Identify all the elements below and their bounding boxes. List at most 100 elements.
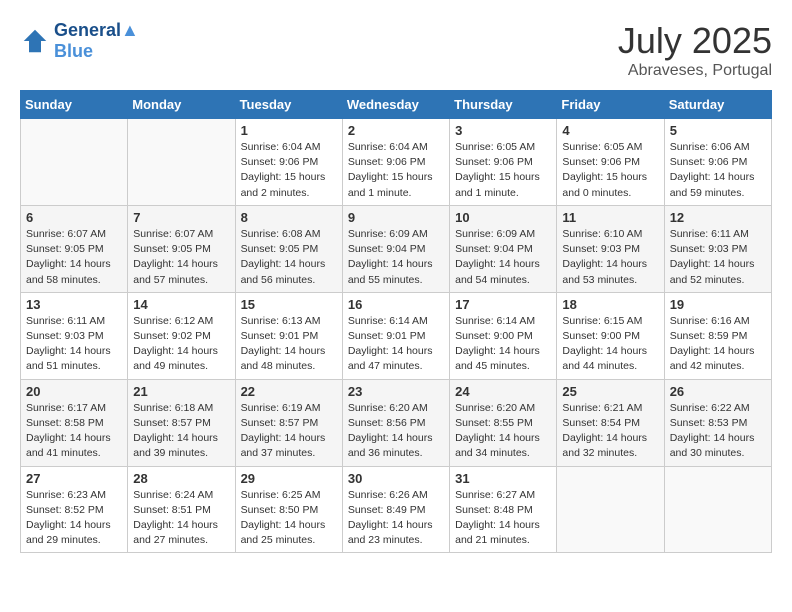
calendar-cell: 9 Sunrise: 6:09 AMSunset: 9:04 PMDayligh… [342,205,449,292]
day-number: 27 [26,471,122,486]
calendar-cell: 29 Sunrise: 6:25 AMSunset: 8:50 PMDaylig… [235,466,342,553]
title-block: July 2025 Abraveses, Portugal [618,20,772,80]
day-info: Sunrise: 6:07 AMSunset: 9:05 PMDaylight:… [133,227,229,288]
day-number: 24 [455,384,551,399]
day-number: 14 [133,297,229,312]
day-info: Sunrise: 6:15 AMSunset: 9:00 PMDaylight:… [562,314,658,375]
day-number: 4 [562,123,658,138]
location-subtitle: Abraveses, Portugal [618,62,772,80]
logo-icon [20,26,50,56]
calendar-cell: 3 Sunrise: 6:05 AMSunset: 9:06 PMDayligh… [450,119,557,206]
calendar-cell: 22 Sunrise: 6:19 AMSunset: 8:57 PMDaylig… [235,379,342,466]
day-info: Sunrise: 6:05 AMSunset: 9:06 PMDaylight:… [455,140,551,201]
calendar-cell: 10 Sunrise: 6:09 AMSunset: 9:04 PMDaylig… [450,205,557,292]
day-number: 16 [348,297,444,312]
day-number: 25 [562,384,658,399]
logo: General▲ Blue [20,20,139,62]
day-info: Sunrise: 6:18 AMSunset: 8:57 PMDaylight:… [133,401,229,462]
day-info: Sunrise: 6:06 AMSunset: 9:06 PMDaylight:… [670,140,766,201]
day-info: Sunrise: 6:20 AMSunset: 8:56 PMDaylight:… [348,401,444,462]
calendar-week-2: 6 Sunrise: 6:07 AMSunset: 9:05 PMDayligh… [21,205,772,292]
day-info: Sunrise: 6:10 AMSunset: 9:03 PMDaylight:… [562,227,658,288]
calendar-cell: 13 Sunrise: 6:11 AMSunset: 9:03 PMDaylig… [21,292,128,379]
calendar-table: Sunday Monday Tuesday Wednesday Thursday… [20,90,772,553]
calendar-cell: 5 Sunrise: 6:06 AMSunset: 9:06 PMDayligh… [664,119,771,206]
day-info: Sunrise: 6:23 AMSunset: 8:52 PMDaylight:… [26,488,122,549]
calendar-cell [557,466,664,553]
day-info: Sunrise: 6:14 AMSunset: 9:01 PMDaylight:… [348,314,444,375]
day-number: 17 [455,297,551,312]
col-saturday: Saturday [664,91,771,119]
day-number: 20 [26,384,122,399]
day-number: 9 [348,210,444,225]
day-info: Sunrise: 6:24 AMSunset: 8:51 PMDaylight:… [133,488,229,549]
day-info: Sunrise: 6:13 AMSunset: 9:01 PMDaylight:… [241,314,337,375]
day-info: Sunrise: 6:05 AMSunset: 9:06 PMDaylight:… [562,140,658,201]
calendar-cell: 20 Sunrise: 6:17 AMSunset: 8:58 PMDaylig… [21,379,128,466]
calendar-cell: 2 Sunrise: 6:04 AMSunset: 9:06 PMDayligh… [342,119,449,206]
calendar-cell: 14 Sunrise: 6:12 AMSunset: 9:02 PMDaylig… [128,292,235,379]
header-row: Sunday Monday Tuesday Wednesday Thursday… [21,91,772,119]
logo-text: General▲ Blue [54,20,139,62]
day-number: 6 [26,210,122,225]
day-info: Sunrise: 6:11 AMSunset: 9:03 PMDaylight:… [26,314,122,375]
calendar-cell: 27 Sunrise: 6:23 AMSunset: 8:52 PMDaylig… [21,466,128,553]
calendar-cell [128,119,235,206]
col-sunday: Sunday [21,91,128,119]
calendar-cell: 1 Sunrise: 6:04 AMSunset: 9:06 PMDayligh… [235,119,342,206]
page-header: General▲ Blue July 2025 Abraveses, Portu… [20,20,772,80]
day-info: Sunrise: 6:09 AMSunset: 9:04 PMDaylight:… [348,227,444,288]
calendar-cell: 4 Sunrise: 6:05 AMSunset: 9:06 PMDayligh… [557,119,664,206]
calendar-cell: 21 Sunrise: 6:18 AMSunset: 8:57 PMDaylig… [128,379,235,466]
calendar-cell: 15 Sunrise: 6:13 AMSunset: 9:01 PMDaylig… [235,292,342,379]
day-info: Sunrise: 6:27 AMSunset: 8:48 PMDaylight:… [455,488,551,549]
calendar-cell: 16 Sunrise: 6:14 AMSunset: 9:01 PMDaylig… [342,292,449,379]
day-info: Sunrise: 6:20 AMSunset: 8:55 PMDaylight:… [455,401,551,462]
day-number: 2 [348,123,444,138]
day-info: Sunrise: 6:17 AMSunset: 8:58 PMDaylight:… [26,401,122,462]
day-number: 23 [348,384,444,399]
day-number: 29 [241,471,337,486]
calendar-cell: 28 Sunrise: 6:24 AMSunset: 8:51 PMDaylig… [128,466,235,553]
col-monday: Monday [128,91,235,119]
day-info: Sunrise: 6:11 AMSunset: 9:03 PMDaylight:… [670,227,766,288]
calendar-cell: 7 Sunrise: 6:07 AMSunset: 9:05 PMDayligh… [128,205,235,292]
day-number: 28 [133,471,229,486]
calendar-cell: 12 Sunrise: 6:11 AMSunset: 9:03 PMDaylig… [664,205,771,292]
day-info: Sunrise: 6:04 AMSunset: 9:06 PMDaylight:… [348,140,444,201]
col-wednesday: Wednesday [342,91,449,119]
col-friday: Friday [557,91,664,119]
day-number: 30 [348,471,444,486]
day-info: Sunrise: 6:12 AMSunset: 9:02 PMDaylight:… [133,314,229,375]
day-number: 19 [670,297,766,312]
day-info: Sunrise: 6:09 AMSunset: 9:04 PMDaylight:… [455,227,551,288]
calendar-cell: 11 Sunrise: 6:10 AMSunset: 9:03 PMDaylig… [557,205,664,292]
calendar-cell [21,119,128,206]
day-number: 22 [241,384,337,399]
calendar-cell: 17 Sunrise: 6:14 AMSunset: 9:00 PMDaylig… [450,292,557,379]
day-number: 18 [562,297,658,312]
day-number: 21 [133,384,229,399]
day-number: 12 [670,210,766,225]
day-number: 26 [670,384,766,399]
day-number: 7 [133,210,229,225]
day-info: Sunrise: 6:25 AMSunset: 8:50 PMDaylight:… [241,488,337,549]
calendar-cell: 18 Sunrise: 6:15 AMSunset: 9:00 PMDaylig… [557,292,664,379]
day-info: Sunrise: 6:14 AMSunset: 9:00 PMDaylight:… [455,314,551,375]
calendar-cell: 26 Sunrise: 6:22 AMSunset: 8:53 PMDaylig… [664,379,771,466]
calendar-cell: 8 Sunrise: 6:08 AMSunset: 9:05 PMDayligh… [235,205,342,292]
calendar-cell: 30 Sunrise: 6:26 AMSunset: 8:49 PMDaylig… [342,466,449,553]
calendar-cell: 25 Sunrise: 6:21 AMSunset: 8:54 PMDaylig… [557,379,664,466]
day-info: Sunrise: 6:04 AMSunset: 9:06 PMDaylight:… [241,140,337,201]
day-number: 8 [241,210,337,225]
calendar-cell: 19 Sunrise: 6:16 AMSunset: 8:59 PMDaylig… [664,292,771,379]
calendar-week-5: 27 Sunrise: 6:23 AMSunset: 8:52 PMDaylig… [21,466,772,553]
calendar-cell: 23 Sunrise: 6:20 AMSunset: 8:56 PMDaylig… [342,379,449,466]
day-number: 5 [670,123,766,138]
day-number: 15 [241,297,337,312]
day-number: 31 [455,471,551,486]
col-thursday: Thursday [450,91,557,119]
calendar-week-3: 13 Sunrise: 6:11 AMSunset: 9:03 PMDaylig… [21,292,772,379]
col-tuesday: Tuesday [235,91,342,119]
month-title: July 2025 [618,20,772,62]
